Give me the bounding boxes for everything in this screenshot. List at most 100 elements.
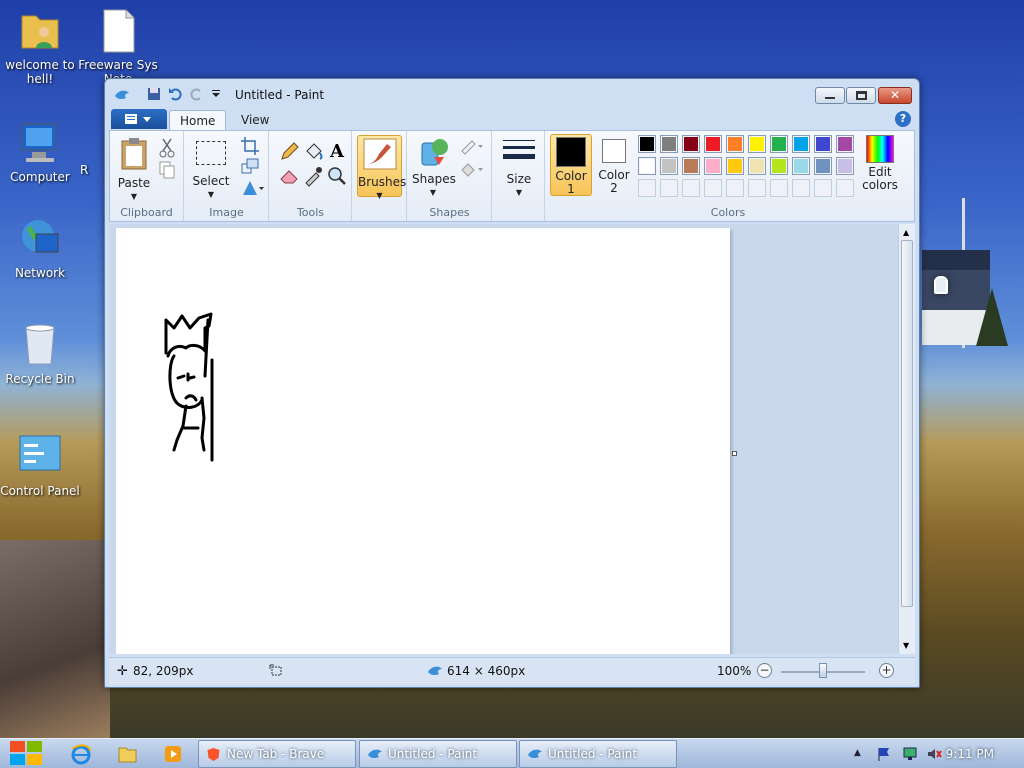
tab-view[interactable]: View [231,110,279,131]
canvas-resize-handle[interactable] [732,451,737,456]
palette-swatch[interactable] [770,157,788,175]
desktop-icon-network[interactable]: Network [0,216,80,280]
shapes-button[interactable]: Shapes ▼ [412,137,456,199]
action-center-flag-icon[interactable] [876,746,892,762]
palette-swatch[interactable] [704,157,722,175]
custom-color-slot[interactable] [726,179,744,197]
media-player-icon[interactable] [162,743,184,765]
canvas-size-icon [428,666,442,676]
text-tool-icon[interactable]: A [326,141,348,163]
palette-swatch[interactable] [682,135,700,153]
color2-button[interactable]: Color 2 [594,134,634,196]
line-size-icon [503,140,535,159]
select-button[interactable]: Select ▼ [191,137,231,201]
crop-icon[interactable] [239,135,261,157]
minimize-button[interactable] [815,87,845,104]
title-bar[interactable]: Untitled - Paint ✕ [105,79,919,109]
palette-swatch[interactable] [836,157,854,175]
task-paint-2[interactable]: Untitled - Paint [519,740,677,768]
color1-button[interactable]: Color 1 [550,134,592,196]
palette-swatch[interactable] [792,135,810,153]
tools-group: A Tools [270,131,352,221]
zoom-level: 100% [717,664,752,678]
rotate-icon[interactable] [239,177,267,199]
colors-group-label: Colors [710,206,746,219]
copy-icon[interactable] [156,159,178,181]
zoom-in-button[interactable]: + [879,663,894,678]
file-menu-button[interactable] [111,109,167,129]
custom-color-slot[interactable] [792,179,810,197]
palette-swatch[interactable] [792,157,810,175]
size-button[interactable]: Size ▼ [499,137,539,199]
palette-swatch[interactable] [814,135,832,153]
outline-icon[interactable] [458,135,486,157]
palette-swatch[interactable] [638,135,656,153]
color-picker-icon[interactable] [302,165,324,187]
undo-icon[interactable] [168,87,182,101]
fill-icon[interactable] [458,158,486,180]
brushes-button[interactable]: Brushes ▼ [357,135,406,200]
palette-swatch[interactable] [682,157,700,175]
custom-color-slot[interactable] [770,179,788,197]
color1-swatch [556,137,586,167]
custom-color-slot[interactable] [660,179,678,197]
palette-swatch[interactable] [660,135,678,153]
clipboard-group-label: Clipboard [120,206,173,219]
palette-swatch[interactable] [638,157,656,175]
show-hidden-icons-icon[interactable]: ▲ [854,748,861,758]
desktop-icon-welcome-folder[interactable]: welcome to hell! [0,8,80,86]
edit-colors-button[interactable]: Edit colors [858,135,902,192]
resize-icon[interactable] [239,156,261,178]
start-button[interactable] [10,741,44,767]
scrollbar-thumb[interactable] [901,240,913,607]
task-brave[interactable]: New Tab - Brave [198,740,356,768]
tab-home[interactable]: Home [169,110,227,131]
custom-color-slot[interactable] [704,179,722,197]
palette-swatch[interactable] [770,135,788,153]
network-icon[interactable] [902,746,918,762]
scroll-up-icon[interactable]: ▲ [903,228,909,237]
desktop-icon-recycle-bin[interactable]: Recycle Bin [0,322,80,386]
custom-color-slot[interactable] [836,179,854,197]
selection-size-icon [269,664,282,676]
zoom-out-button[interactable]: − [757,663,772,678]
vertical-scrollbar[interactable]: ▲ ▼ [898,224,915,654]
close-button[interactable]: ✕ [878,87,912,104]
redo-icon[interactable] [190,87,204,101]
palette-swatch[interactable] [836,135,854,153]
custom-color-slot[interactable] [814,179,832,197]
custom-color-slot[interactable] [748,179,766,197]
cut-icon[interactable] [156,137,178,159]
scroll-down-icon[interactable]: ▼ [903,641,909,650]
custom-color-slot[interactable] [682,179,700,197]
desktop-icon-computer[interactable]: Computer [0,120,80,184]
clock[interactable]: 9:11 PM [946,747,994,761]
pencil-icon[interactable] [278,141,300,163]
palette-swatch[interactable] [704,135,722,153]
drawing-canvas[interactable] [116,228,730,654]
paste-button[interactable]: Paste ▼ [116,137,152,203]
palette-swatch[interactable] [748,157,766,175]
eraser-icon[interactable] [278,165,300,187]
palette-swatch[interactable] [748,135,766,153]
brave-icon [207,748,220,761]
custom-color-slot[interactable] [638,179,656,197]
file-explorer-icon[interactable] [116,743,138,765]
paint-app-icon[interactable] [113,87,131,101]
fill-bucket-icon[interactable] [302,141,324,163]
palette-swatch[interactable] [660,157,678,175]
internet-explorer-icon[interactable] [70,743,92,765]
magnifier-icon[interactable] [326,165,348,187]
palette-swatch[interactable] [726,135,744,153]
zoom-slider-thumb[interactable] [819,663,827,678]
help-icon[interactable]: ? [895,111,911,127]
desktop-icon-control-panel[interactable]: Control Panel [0,434,80,498]
palette-swatch[interactable] [814,157,832,175]
volume-muted-icon[interactable] [926,746,942,762]
status-bar: ✛ 82, 209px 614 × 460px 100% − + [109,657,915,685]
palette-swatch[interactable] [726,157,744,175]
save-icon[interactable] [147,87,161,101]
task-paint-1[interactable]: Untitled - Paint [359,740,517,768]
maximize-button[interactable] [846,87,876,104]
chevron-down-icon[interactable] [209,87,223,101]
